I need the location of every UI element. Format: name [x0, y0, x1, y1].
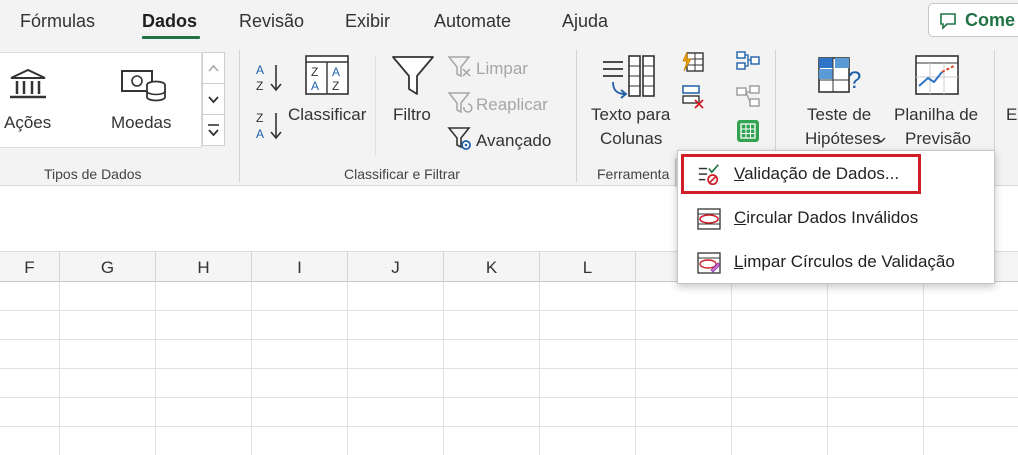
data-validation-icon: [697, 163, 721, 192]
svg-text:Z: Z: [311, 65, 318, 79]
sort-button-label[interactable]: Classificar: [288, 105, 366, 125]
menu-item-clear-validation-circles[interactable]: Limpar Círculos de Validação: [681, 242, 991, 282]
consolidate-icon[interactable]: [735, 50, 761, 74]
tab-automate[interactable]: Automate: [434, 11, 511, 32]
grid-line: [0, 426, 1018, 427]
comments-button[interactable]: Come: [928, 3, 1018, 37]
group-label-sort-filter: Classificar e Filtrar: [344, 166, 460, 182]
comments-label: Come: [965, 10, 1016, 30]
menu-item-data-validation[interactable]: Validação de Dados...: [681, 154, 921, 194]
clear-filter-label: Limpar: [476, 59, 528, 78]
group-separator: [576, 50, 577, 182]
comment-icon: [938, 11, 958, 31]
what-if-label-1[interactable]: Teste de: [807, 105, 871, 125]
grid-line: [0, 339, 1018, 340]
column-header[interactable]: I: [252, 252, 348, 282]
svg-text:A: A: [311, 79, 319, 93]
chevron-down-icon: [876, 135, 886, 145]
column-header[interactable]: G: [60, 252, 156, 282]
menu-item-circle-invalid-data[interactable]: Circular Dados Inválidos: [681, 198, 991, 238]
forecast-sheet-label-2[interactable]: Previsão: [905, 129, 971, 149]
menu-item-label: Limpar Círculos de Validação: [734, 252, 955, 272]
remove-duplicates-icon[interactable]: [681, 84, 705, 110]
moedas-label[interactable]: Moedas: [111, 113, 171, 133]
forecast-sheet-label-1[interactable]: Planilha de: [894, 105, 978, 125]
menu-item-mnemonic: C: [734, 208, 747, 227]
gallery-scroll-down[interactable]: [202, 83, 225, 115]
svg-text:Z: Z: [256, 79, 263, 93]
menu-item-label-rest: impar Círculos de Validação: [743, 252, 955, 271]
reapply-label: Reaplicar: [476, 95, 548, 114]
menu-item-label: Circular Dados Inválidos: [734, 208, 918, 228]
group-separator: [239, 50, 240, 182]
outline-cut-label[interactable]: Es: [1006, 105, 1018, 125]
advanced-filter-icon[interactable]: [447, 126, 473, 152]
tab-revisao[interactable]: Revisão: [239, 11, 304, 32]
acoes-label[interactable]: Ações: [4, 113, 51, 133]
menu-item-label-rest: ircular Dados Inválidos: [746, 208, 919, 227]
data-types-gallery: Ações Moedas: [0, 52, 202, 148]
svg-text:?: ?: [848, 67, 861, 94]
clear-circles-icon: [697, 251, 721, 280]
tab-formulas[interactable]: Fórmulas: [20, 11, 95, 32]
sort-dialog-icon[interactable]: ZAAZ: [304, 54, 350, 96]
text-to-columns-icon[interactable]: [601, 54, 657, 100]
data-validation-menu: Validação de Dados... Circular Dados Inv…: [677, 150, 995, 284]
tab-ajuda[interactable]: Ajuda: [562, 11, 608, 32]
filter-icon[interactable]: [390, 54, 436, 98]
column-header[interactable]: K: [444, 252, 540, 282]
gallery-more[interactable]: [202, 114, 225, 146]
inner-separator: [375, 56, 376, 156]
ribbon-tabs: Fórmulas Dados Revisão Exibir Automate A…: [0, 0, 1018, 44]
sort-za-icon[interactable]: ZA: [256, 110, 284, 142]
grid-line: [0, 310, 1018, 311]
menu-item-mnemonic: V: [734, 164, 745, 183]
menu-item-label-rest: alidação de Dados...: [744, 164, 900, 183]
menu-item-label: Validação de Dados...: [734, 164, 899, 184]
forecast-sheet-icon[interactable]: [914, 54, 960, 96]
sort-az-icon[interactable]: AZ: [256, 62, 284, 94]
what-if-analysis-icon[interactable]: ?: [817, 56, 865, 96]
grid-line: [0, 368, 1018, 369]
stocks-icon[interactable]: [8, 67, 48, 101]
column-header[interactable]: J: [348, 252, 444, 282]
flash-fill-icon[interactable]: [681, 50, 705, 74]
column-header[interactable]: F: [0, 252, 60, 282]
gallery-scroll-up[interactable]: [202, 52, 225, 84]
group-label-data-tools: Ferramenta: [597, 166, 670, 182]
data-model-icon[interactable]: [735, 118, 761, 144]
currency-icon[interactable]: [120, 67, 170, 105]
group-label-data-types: Tipos de Dados: [44, 166, 142, 182]
svg-text:Z: Z: [256, 111, 263, 125]
grid-line: [0, 397, 1018, 398]
advanced-filter-label[interactable]: Avançado: [476, 131, 551, 151]
column-header[interactable]: L: [540, 252, 636, 282]
svg-text:A: A: [256, 127, 264, 141]
svg-text:A: A: [332, 65, 340, 79]
svg-text:Z: Z: [332, 79, 339, 93]
filter-button-label[interactable]: Filtro: [393, 105, 431, 125]
text-to-columns-label-2[interactable]: Colunas: [600, 129, 662, 149]
relationships-icon[interactable]: [735, 84, 761, 110]
reapply-icon: [447, 91, 473, 115]
clear-filter-icon: [447, 55, 473, 79]
active-tab-indicator: [142, 36, 200, 39]
column-header[interactable]: H: [156, 252, 252, 282]
svg-text:A: A: [256, 63, 264, 77]
circle-invalid-icon: [697, 207, 721, 236]
tab-dados[interactable]: Dados: [142, 11, 197, 32]
text-to-columns-label-1[interactable]: Texto para: [591, 105, 670, 125]
tab-exibir[interactable]: Exibir: [345, 11, 390, 32]
what-if-label-2[interactable]: Hipóteses: [805, 129, 881, 149]
